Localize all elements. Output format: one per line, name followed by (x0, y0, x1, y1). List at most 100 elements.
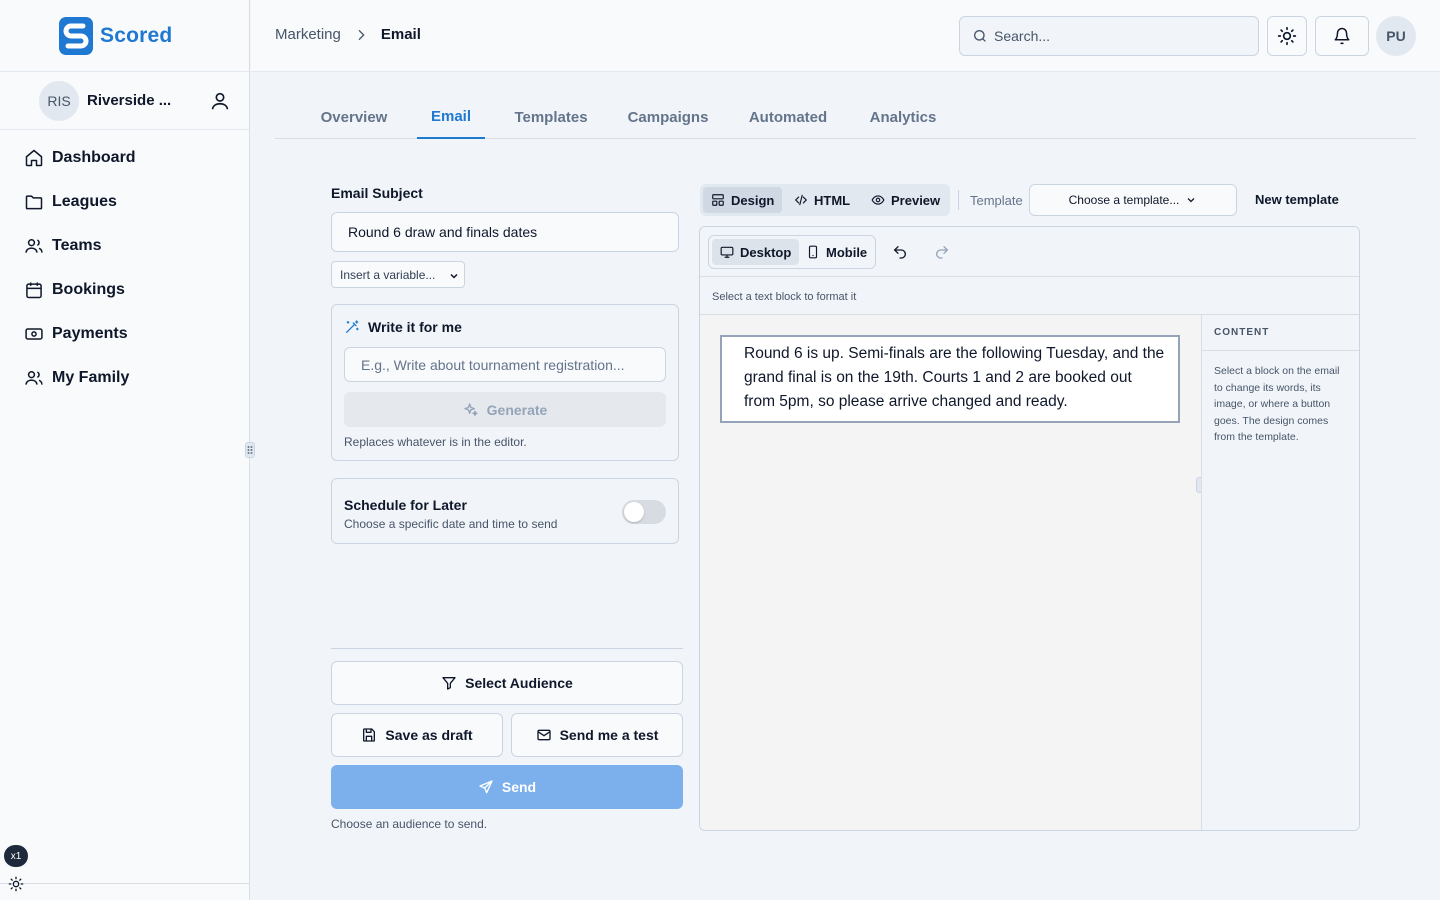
sun-icon (1277, 26, 1297, 46)
divider (958, 190, 959, 210)
sidebar-item-bookings[interactable]: Bookings (0, 268, 249, 312)
mail-icon (536, 729, 551, 741)
editor-hint: Select a text block to format it (712, 291, 857, 303)
template-select[interactable]: Choose a template... (1029, 184, 1237, 216)
org-switcher[interactable]: RIS Riverside ... (0, 72, 249, 130)
select-audience-button[interactable]: Select Audience (331, 661, 683, 705)
users-icon (25, 239, 43, 253)
send-button[interactable]: Send (331, 765, 683, 809)
redo-icon[interactable] (934, 244, 950, 260)
app-name: Scored (100, 23, 173, 47)
divider (0, 883, 250, 884)
device-desktop-button[interactable]: Desktop (712, 239, 800, 265)
ai-prompt-input[interactable] (344, 347, 666, 382)
layout-icon (712, 194, 724, 206)
search-input[interactable] (994, 28, 1244, 44)
filter-icon (442, 677, 456, 690)
insert-variable-label: Insert a variable... (340, 267, 436, 282)
tab-automated[interactable]: Automated (749, 96, 827, 139)
tab-overview[interactable]: Overview (321, 96, 388, 139)
sidebar-item-teams[interactable]: Teams (0, 224, 249, 268)
breadcrumb-current: Email (380, 26, 421, 43)
email-canvas: Round 6 is up. Semi-finals are the follo… (700, 315, 1201, 830)
mode-preview-button[interactable]: Preview (863, 187, 948, 213)
banknote-icon (25, 328, 43, 340)
tab-analytics[interactable]: Analytics (870, 96, 937, 139)
editor-toolbar: Desktop Mobile (700, 227, 1359, 277)
generate-button[interactable]: Generate (344, 392, 666, 427)
sidebar-item-payments[interactable]: Payments (0, 312, 249, 356)
subject-input[interactable] (331, 212, 679, 252)
ai-writer-title: Write it for me (344, 319, 462, 335)
ai-writer-hint: Replaces whatever is in the editor. (344, 435, 527, 449)
logo[interactable]: Scored (0, 0, 249, 72)
theme-toggle-button[interactable] (1267, 16, 1307, 56)
sidebar-item-label: Leagues (52, 193, 117, 210)
chevron-down-icon (450, 273, 458, 279)
grip-icon (247, 446, 253, 454)
insert-variable-select[interactable]: Insert a variable... (331, 261, 465, 288)
code-icon (794, 194, 808, 206)
sidebar-item-label: Payments (52, 325, 128, 342)
device-switch: Desktop Mobile (708, 235, 876, 269)
sidebar-item-label: Teams (52, 237, 102, 254)
content-panel-title: CONTENT (1202, 315, 1359, 351)
template-select-value: Choose a template... (1068, 193, 1180, 207)
email-text-block[interactable]: Round 6 is up. Semi-finals are the follo… (720, 335, 1180, 423)
chevron-down-icon (1187, 198, 1195, 203)
folder-icon (25, 195, 43, 210)
sparkles-icon (463, 402, 478, 416)
schedule-title: Schedule for Later (344, 497, 467, 513)
sidebar-resize-handle[interactable] (245, 442, 255, 458)
home-icon (25, 149, 43, 167)
sidebar: Scored RIS Riverside ... Dashboard Leagu… (0, 0, 250, 900)
magic-wand-icon (346, 320, 359, 333)
editor-mode-switch: Design HTML Preview (700, 184, 950, 216)
email-editor: Desktop Mobile Select a text block to fo… (699, 226, 1360, 831)
sidebar-item-dashboard[interactable]: Dashboard (0, 136, 249, 180)
new-template-button[interactable]: New template (1255, 192, 1339, 207)
divider (331, 648, 683, 649)
sun-icon[interactable] (8, 876, 24, 892)
zoom-badge[interactable]: x1 (4, 845, 28, 867)
tab-bar: Overview Email Templates Campaigns Autom… (275, 96, 1416, 139)
calendar-icon (26, 282, 42, 299)
search-box[interactable] (959, 16, 1259, 56)
schedule-card: Schedule for Later Choose a specific dat… (331, 478, 679, 544)
subject-label: Email Subject (331, 185, 423, 201)
schedule-toggle[interactable] (622, 500, 666, 524)
users-icon (25, 371, 43, 385)
sidebar-item-leagues[interactable]: Leagues (0, 180, 249, 224)
mode-html-button[interactable]: HTML (786, 187, 858, 213)
ai-writer-card: Write it for me Generate Replaces whatev… (331, 304, 679, 461)
device-mobile-button[interactable]: Mobile (798, 239, 875, 265)
content-panel: CONTENT Select a block on the email to c… (1201, 315, 1359, 830)
chevron-right-icon (358, 29, 365, 40)
save-icon (363, 728, 376, 742)
send-test-button[interactable]: Send me a test (511, 713, 683, 757)
sidebar-item-label: Bookings (52, 281, 125, 298)
tab-campaigns[interactable]: Campaigns (628, 96, 709, 139)
user-avatar[interactable]: PU (1376, 16, 1416, 56)
bell-icon (1334, 27, 1350, 45)
breadcrumb-parent[interactable]: Marketing (275, 26, 341, 43)
org-avatar: RIS (39, 80, 79, 121)
editor-hint-bar: Select a text block to format it (700, 277, 1359, 315)
schedule-subtitle: Choose a specific date and time to send (344, 517, 558, 531)
undo-icon[interactable] (892, 244, 908, 260)
org-name: Riverside ... (87, 92, 172, 109)
content-panel-body: Select a block on the email to change it… (1214, 365, 1340, 443)
tab-templates[interactable]: Templates (514, 96, 587, 139)
user-icon[interactable] (209, 90, 231, 112)
smartphone-icon (808, 245, 818, 259)
scored-logo-icon (59, 16, 93, 55)
tab-email[interactable]: Email (417, 96, 485, 139)
template-label: Template (970, 193, 1023, 208)
breadcrumb: Marketing Email (275, 26, 421, 43)
notifications-button[interactable] (1315, 16, 1369, 56)
sidebar-item-label: Dashboard (52, 149, 136, 166)
sidebar-item-my-family[interactable]: My Family (0, 356, 249, 400)
topbar: Marketing Email PU (251, 0, 1440, 72)
save-draft-button[interactable]: Save as draft (331, 713, 503, 757)
mode-design-button[interactable]: Design (703, 187, 783, 213)
